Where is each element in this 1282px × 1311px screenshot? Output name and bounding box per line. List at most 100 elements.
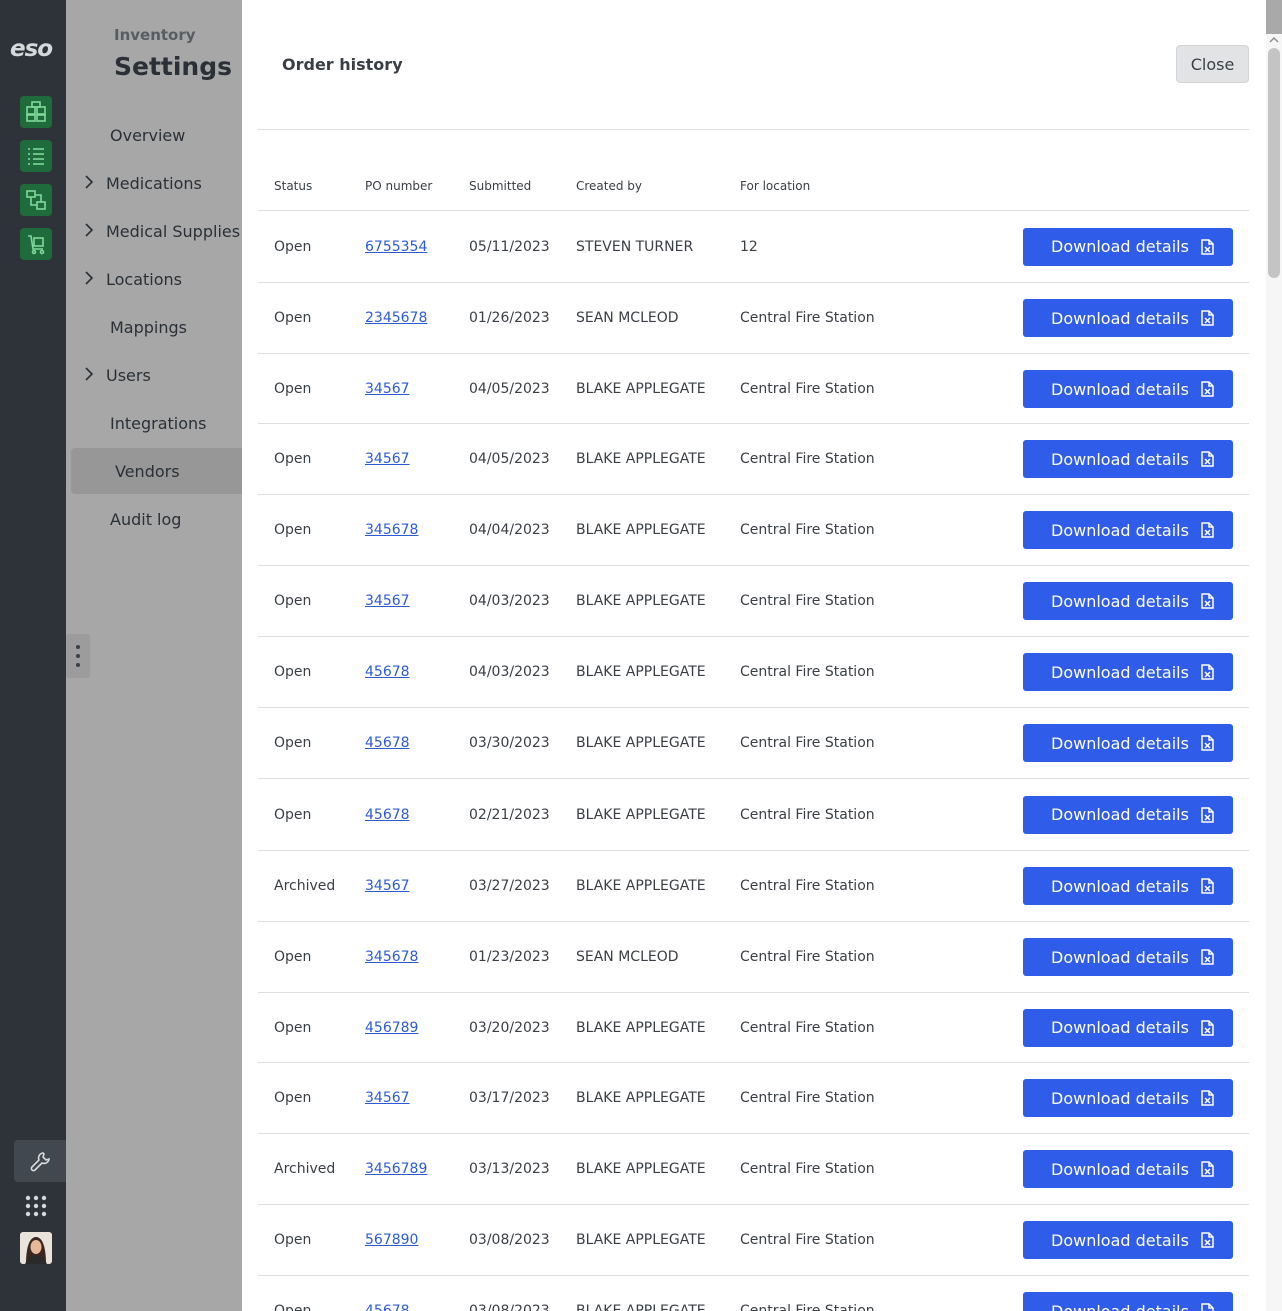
submitted-date-cell: 04/03/2023 xyxy=(469,664,550,680)
avatar[interactable] xyxy=(20,1232,52,1264)
list-icon[interactable] xyxy=(20,140,52,172)
status-cell: Open xyxy=(274,735,312,751)
nav-item-audit-log[interactable]: Audit log xyxy=(66,496,242,542)
location-cell: Central Fire Station xyxy=(740,593,875,609)
po-number-link[interactable]: 34567 xyxy=(365,593,410,609)
status-cell: Open xyxy=(274,238,312,255)
download-details-label: Download details xyxy=(1051,1159,1189,1179)
panel-resize-handle[interactable] xyxy=(66,634,90,678)
wrench-icon[interactable] xyxy=(14,1140,66,1182)
cart-icon[interactable] xyxy=(20,228,52,260)
column-header-submitted: Submitted xyxy=(469,179,532,193)
submitted-date-cell: 01/26/2023 xyxy=(469,310,550,326)
po-number-link[interactable]: 345678 xyxy=(365,522,418,538)
po-number-link[interactable]: 34567 xyxy=(365,381,410,397)
download-details-label: Download details xyxy=(1051,308,1189,328)
po-number-link[interactable]: 34567 xyxy=(365,878,410,894)
file-excel-icon xyxy=(1201,1303,1214,1311)
download-details-label: Download details xyxy=(1051,1301,1189,1311)
download-details-label: Download details xyxy=(1051,237,1189,256)
file-excel-icon xyxy=(1201,735,1214,751)
status-cell: Open xyxy=(274,310,312,326)
download-details-label: Download details xyxy=(1051,591,1189,611)
po-number-link[interactable]: 567890 xyxy=(365,1232,418,1248)
download-details-label: Download details xyxy=(1051,449,1189,469)
download-details-button[interactable]: Download details xyxy=(1023,370,1233,408)
nav-item-medical-supplies[interactable]: Medical Supplies xyxy=(66,208,242,254)
transfer-icon[interactable] xyxy=(20,184,52,216)
settings-nav: Inventory Settings Overview Medications … xyxy=(66,0,242,1311)
po-number-link[interactable]: 34567 xyxy=(365,451,410,467)
download-details-button[interactable]: Download details xyxy=(1023,1079,1233,1117)
po-number-link[interactable]: 345678 xyxy=(365,949,418,965)
chevron-right-icon xyxy=(85,223,94,237)
download-details-button[interactable]: Download details xyxy=(1023,938,1233,976)
po-number-link[interactable]: 45678 xyxy=(365,735,410,751)
created-by-cell: SEAN MCLEOD xyxy=(576,310,679,326)
nav-item-overview[interactable]: Overview xyxy=(66,112,242,158)
status-cell: Open xyxy=(274,451,312,467)
created-by-cell: BLAKE APPLEGATE xyxy=(576,1161,706,1177)
po-number-link[interactable]: 45678 xyxy=(365,1303,410,1311)
table-row: Open 45678 04/03/2023 BLAKE APPLEGATE Centra… xyxy=(258,637,1249,708)
download-details-button[interactable]: Download details xyxy=(1023,1292,1233,1311)
download-details-button[interactable]: Download details xyxy=(1023,227,1233,266)
file-excel-icon xyxy=(1201,1161,1214,1177)
download-details-label: Download details xyxy=(1051,1088,1189,1108)
submitted-date-cell: 02/21/2023 xyxy=(469,806,550,823)
status-cell: Open xyxy=(274,1090,312,1106)
po-number-link[interactable]: 2345678 xyxy=(365,310,427,326)
scrollbar-thumb[interactable] xyxy=(1268,48,1280,278)
po-number-link[interactable]: 6755354 xyxy=(365,239,427,255)
download-details-label: Download details xyxy=(1051,1230,1189,1250)
location-cell: Central Fire Station xyxy=(740,1232,875,1248)
download-details-button[interactable]: Download details xyxy=(1023,724,1233,762)
scroll-up-arrow-icon[interactable] xyxy=(1269,36,1279,44)
download-details-button[interactable]: Download details xyxy=(1023,511,1233,549)
table-row: Open 6755354 05/11/2023 STEVEN TURNER 12 Down… xyxy=(258,211,1249,283)
download-details-label: Download details xyxy=(1051,805,1189,824)
apps-grid-icon[interactable] xyxy=(24,1194,48,1218)
download-details-button[interactable]: Download details xyxy=(1023,299,1233,337)
file-excel-icon xyxy=(1201,1232,1214,1248)
download-details-label: Download details xyxy=(1051,1018,1189,1037)
status-cell: Open xyxy=(274,522,312,538)
nav-item-integrations[interactable]: Integrations xyxy=(66,400,242,446)
download-details-button[interactable]: Download details xyxy=(1023,1150,1233,1188)
status-cell: Open xyxy=(274,381,312,397)
nav-item-mappings[interactable]: Mappings xyxy=(66,304,242,350)
file-excel-icon xyxy=(1201,381,1214,397)
created-by-cell: BLAKE APPLEGATE xyxy=(576,1303,706,1311)
nav-item-users[interactable]: Users xyxy=(66,352,242,398)
file-excel-icon xyxy=(1201,878,1214,894)
nav-item-locations[interactable]: Locations xyxy=(66,256,242,302)
file-excel-icon xyxy=(1201,1090,1214,1106)
download-details-button[interactable]: Download details xyxy=(1023,440,1233,478)
chevron-right-icon xyxy=(85,175,94,189)
po-number-link[interactable]: 45678 xyxy=(365,807,410,823)
download-details-label: Download details xyxy=(1051,733,1189,753)
location-cell: Central Fire Station xyxy=(740,1090,875,1106)
close-button[interactable]: Close xyxy=(1176,45,1249,83)
created-by-cell: BLAKE APPLEGATE xyxy=(576,878,706,894)
download-details-button[interactable]: Download details xyxy=(1023,653,1233,691)
table-row: Open 345678 01/23/2023 SEAN MCLEOD Central F… xyxy=(258,922,1249,993)
po-number-link[interactable]: 456789 xyxy=(365,1020,418,1036)
status-cell: Archived xyxy=(274,878,336,894)
status-cell: Open xyxy=(274,1303,312,1311)
download-details-button[interactable]: Download details xyxy=(1023,1008,1233,1047)
app-rail: eso xyxy=(0,0,66,1311)
po-number-link[interactable]: 34567 xyxy=(365,1090,410,1106)
download-details-button[interactable]: Download details xyxy=(1023,582,1233,620)
inventory-grid-icon[interactable] xyxy=(20,96,52,128)
location-cell: Central Fire Station xyxy=(740,664,875,680)
po-number-link[interactable]: 45678 xyxy=(365,664,410,680)
download-details-button[interactable]: Download details xyxy=(1023,1221,1233,1259)
modal-divider xyxy=(258,129,1249,130)
po-number-link[interactable]: 3456789 xyxy=(365,1161,427,1177)
download-details-button[interactable]: Download details xyxy=(1023,795,1233,834)
download-details-button[interactable]: Download details xyxy=(1023,867,1233,905)
status-cell: Open xyxy=(274,593,312,609)
nav-item-medications[interactable]: Medications xyxy=(66,160,242,206)
nav-item-vendors[interactable]: Vendors xyxy=(71,448,242,494)
